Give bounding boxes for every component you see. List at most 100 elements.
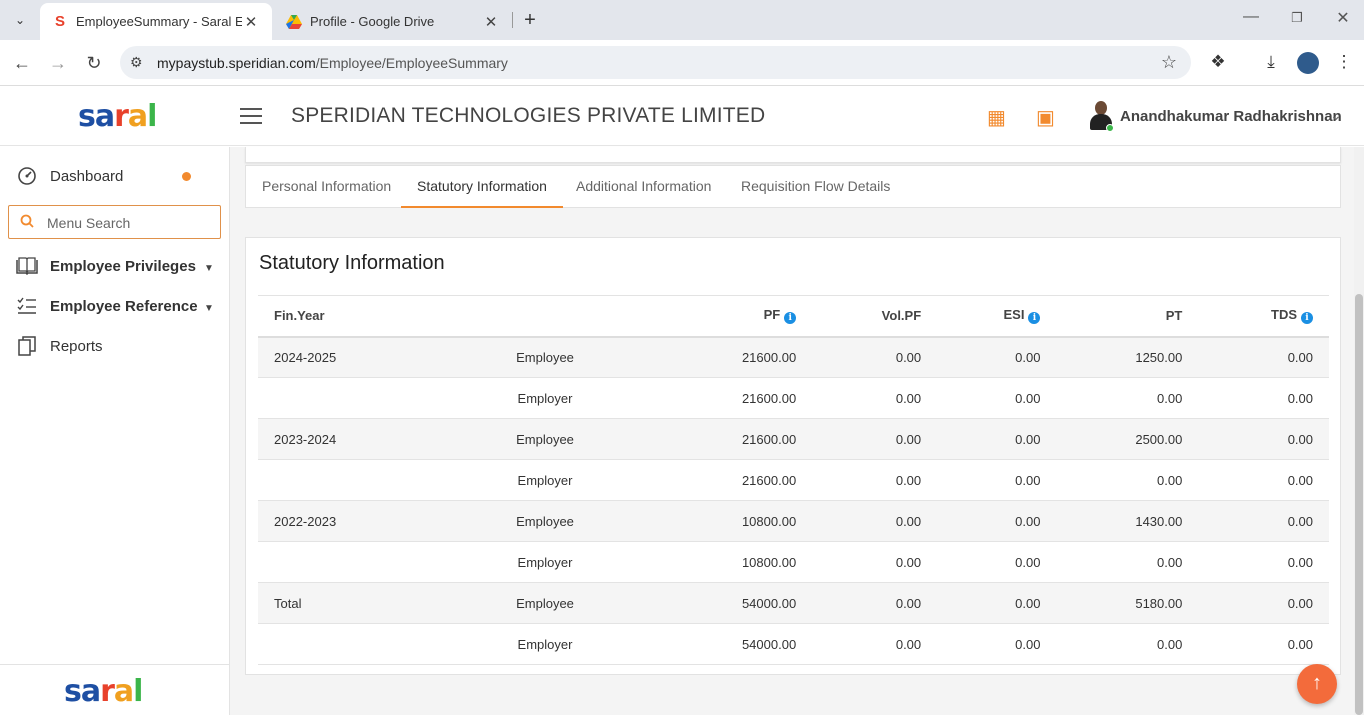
close-tab-icon[interactable]: ✕	[242, 13, 260, 31]
cell-esi: 0.00	[937, 623, 1057, 665]
sidebar-item-reports[interactable]: Reports	[16, 335, 103, 357]
sidebar-item-employee-reference[interactable]: Employee Reference	[16, 295, 198, 317]
cell-pt: 0.00	[1056, 541, 1199, 583]
cell-pt: 0.00	[1056, 377, 1199, 419]
close-window-icon[interactable]: ✕	[1328, 8, 1358, 28]
back-arrow-icon[interactable]: ←	[10, 51, 34, 75]
col-esi: ESI i	[937, 295, 1057, 338]
close-tab-icon[interactable]: ✕	[482, 13, 500, 31]
reload-icon[interactable]: ↻	[82, 51, 106, 75]
cell-pf: 21600.00	[654, 336, 813, 378]
profile-avatar[interactable]	[1297, 52, 1319, 74]
cell-tds: 0.00	[1198, 582, 1329, 624]
info-icon[interactable]: i	[784, 312, 797, 325]
browser-tab-google-drive[interactable]: Profile - Google Drive ✕	[274, 3, 512, 40]
logo-letter: r	[100, 674, 115, 709]
table-row-total: Total Employee 54000.00 0.00 0.00 5180.0…	[258, 582, 1329, 624]
hamburger-menu-icon[interactable]	[240, 108, 262, 126]
tab-requisition-flow-details[interactable]: Requisition Flow Details	[725, 166, 906, 208]
cell-year: 2022-2023	[258, 500, 436, 542]
scrollbar-thumb[interactable]	[1355, 294, 1363, 715]
sidebar-item-label: Reports	[50, 337, 103, 355]
cell-tds: 0.00	[1198, 623, 1329, 665]
user-name[interactable]: Anandhakumar Radhakrishnan	[1120, 108, 1342, 125]
cell-volpf: 0.00	[812, 418, 938, 460]
book-icon	[16, 255, 38, 277]
saral-logo[interactable]: saral	[78, 99, 157, 134]
building-icon[interactable]: ▦	[987, 105, 1006, 130]
sidebar-footer: saral	[0, 664, 229, 715]
table-row: Employer 54000.00 0.00 0.00 0.00 0.00	[258, 623, 1329, 665]
company-name: SPERIDIAN TECHNOLOGIES PRIVATE LIMITED	[291, 104, 766, 127]
restore-icon[interactable]: ❐	[1282, 10, 1312, 26]
browser-toolbar: ← → ↻ ⚙ mypaystub.speridian.com/Employee…	[0, 40, 1364, 86]
cell-volpf: 0.00	[812, 500, 938, 542]
cell-pf: 10800.00	[654, 541, 813, 583]
cell-year: 2023-2024	[258, 418, 436, 460]
cell-volpf: 0.00	[812, 377, 938, 419]
browser-tab-employee-summary[interactable]: S EmployeeSummary - Saral ESS ✕	[40, 3, 272, 40]
bookmark-star-icon[interactable]: ☆	[1161, 52, 1177, 73]
cell-esi: 0.00	[937, 541, 1057, 583]
statutory-information-card: Statutory Information Fin.Year PF i Vol.P…	[245, 237, 1341, 675]
cell-pf: 21600.00	[654, 459, 813, 501]
user-avatar[interactable]	[1088, 101, 1114, 132]
cell-type: Employee	[436, 582, 654, 624]
caret-down-icon[interactable]: ▼	[204, 263, 214, 274]
caret-down-icon[interactable]: ▼	[204, 303, 214, 314]
fullscreen-icon[interactable]: ▣	[1036, 105, 1055, 130]
new-tab-plus-icon[interactable]: +	[518, 9, 542, 32]
cell-type: Employer	[436, 541, 654, 583]
col-pf: PF i	[654, 295, 813, 338]
cell-tds: 0.00	[1198, 541, 1329, 583]
info-tabs: Personal Information Statutory Informati…	[245, 165, 1341, 208]
saral-footer-logo: saral	[64, 674, 143, 709]
table-row: Employer 21600.00 0.00 0.00 0.00 0.00	[258, 459, 1329, 501]
chevron-down-icon[interactable]: ⌄	[1330, 107, 1342, 124]
forward-arrow-icon[interactable]: →	[46, 51, 70, 75]
cell-volpf: 0.00	[812, 582, 938, 624]
tab-statutory-information[interactable]: Statutory Information	[401, 166, 563, 208]
sidebar-item-dashboard[interactable]: Dashboard	[16, 165, 123, 187]
cell-year	[258, 459, 436, 501]
cell-type: Employee	[436, 418, 654, 460]
logo-letter: a	[127, 99, 148, 134]
cell-tds: 0.00	[1198, 459, 1329, 501]
main-content: Personal Information Statutory Informati…	[230, 147, 1354, 715]
logo-letter: a	[94, 99, 115, 134]
site-settings-icon[interactable]: ⚙	[130, 54, 143, 71]
address-bar[interactable]: ⚙ mypaystub.speridian.com/Employee/Emplo…	[120, 46, 1191, 79]
menu-search-input[interactable]: Menu Search	[8, 205, 221, 239]
more-menu-icon[interactable]: ⋮	[1333, 52, 1355, 72]
cell-pt: 2500.00	[1056, 418, 1199, 460]
extensions-puzzle-icon[interactable]: ❖	[1207, 52, 1229, 72]
cell-tds: 0.00	[1198, 418, 1329, 460]
tab-title: Profile - Google Drive	[310, 14, 435, 29]
cell-pt: 1430.00	[1056, 500, 1199, 542]
tab-additional-information[interactable]: Additional Information	[560, 166, 727, 208]
logo-letter: a	[113, 674, 134, 709]
cell-year: Total	[258, 582, 436, 624]
cell-pf: 10800.00	[654, 500, 813, 542]
logo-letter: r	[114, 99, 129, 134]
info-icon[interactable]: i	[1301, 312, 1313, 325]
sidebar: Dashboard Menu Search Employee Privilege…	[0, 147, 230, 715]
minimize-icon[interactable]: —	[1236, 8, 1266, 26]
page-scrollbar[interactable]	[1354, 147, 1364, 715]
col-volpf: Vol.PF	[812, 295, 938, 338]
logo-letter: s	[64, 674, 82, 709]
sidebar-item-label: Dashboard	[50, 167, 124, 185]
cell-type: Employer	[436, 377, 654, 419]
scroll-to-top-arrow-icon[interactable]: ↑	[1297, 664, 1337, 704]
google-drive-icon	[286, 14, 302, 30]
download-icon[interactable]: ⤓	[1260, 52, 1282, 72]
tab-search-chevron-icon[interactable]: ⌄	[6, 6, 34, 34]
info-icon[interactable]: i	[1028, 312, 1041, 325]
cell-type: Employer	[436, 623, 654, 665]
cell-volpf: 0.00	[812, 623, 938, 665]
menu-search-placeholder: Menu Search	[47, 215, 131, 231]
tab-personal-information[interactable]: Personal Information	[246, 166, 407, 208]
col-pf-label: PF	[763, 307, 781, 323]
sidebar-item-employee-privileges[interactable]: Employee Privileges	[16, 255, 196, 277]
cell-esi: 0.00	[937, 336, 1057, 378]
